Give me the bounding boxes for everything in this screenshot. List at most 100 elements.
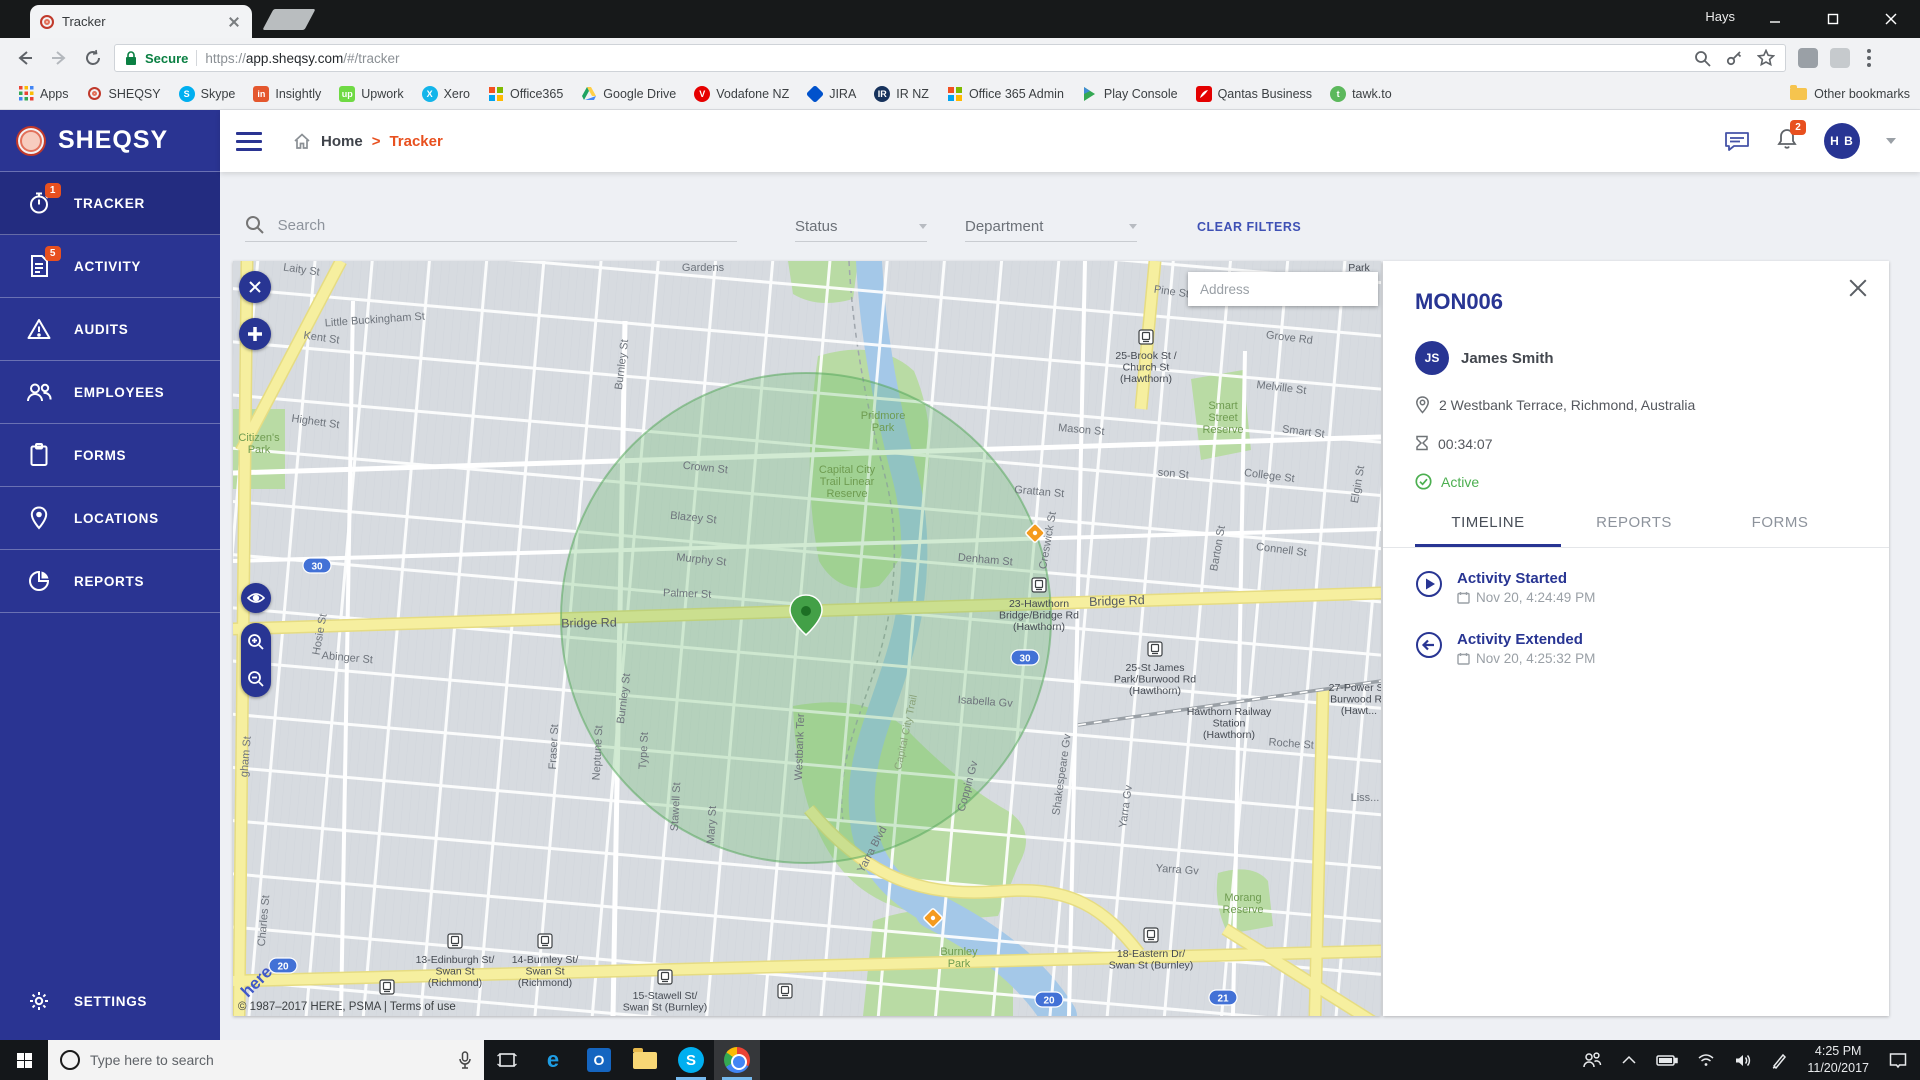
taskbar-app-file-explorer[interactable] bbox=[622, 1040, 668, 1080]
svg-text:Fraser St: Fraser St bbox=[547, 724, 561, 770]
taskbar-app-edge[interactable]: e bbox=[530, 1040, 576, 1080]
panel-close-icon[interactable] bbox=[1847, 277, 1869, 299]
avatar[interactable]: H B bbox=[1824, 123, 1860, 159]
bookmark-xero[interactable]: X Xero bbox=[413, 83, 479, 105]
sidebar-item-audits[interactable]: AUDITS bbox=[0, 298, 220, 361]
sidebar-item-tracker[interactable]: 1 TRACKER bbox=[0, 172, 220, 235]
bookmark-qantas-business[interactable]: Qantas Business bbox=[1187, 83, 1322, 105]
breadcrumb-current: Tracker bbox=[389, 132, 443, 150]
url-bar[interactable]: Secure https://app.sheqsy.com/#/tracker bbox=[114, 44, 1786, 72]
bookmark-apps[interactable]: Apps bbox=[10, 83, 78, 104]
start-button[interactable] bbox=[0, 1040, 48, 1080]
play-icon bbox=[1415, 570, 1443, 605]
taskbar-app-skype[interactable]: S bbox=[668, 1040, 714, 1080]
search-field[interactable] bbox=[245, 215, 737, 242]
department-select[interactable]: Department bbox=[965, 218, 1137, 242]
zoom-in-icon[interactable] bbox=[247, 633, 265, 651]
sidebar-item-settings[interactable]: SETTINGS bbox=[0, 976, 220, 1026]
zoom-icon[interactable] bbox=[1694, 50, 1711, 67]
svg-text:Mary St: Mary St bbox=[705, 806, 719, 844]
svg-text:21: 21 bbox=[1217, 994, 1229, 1005]
bookmark-play-console[interactable]: Play Console bbox=[1073, 83, 1187, 105]
map-attribution[interactable]: © 1987–2017 HERE, PSMA | Terms of use bbox=[238, 1001, 456, 1013]
status-select[interactable]: Status bbox=[795, 218, 927, 242]
chrome-menu-icon[interactable] bbox=[1860, 46, 1878, 70]
address-input[interactable] bbox=[1188, 281, 1378, 297]
other-bookmarks[interactable]: Other bookmarks bbox=[1790, 84, 1910, 101]
taskbar-search[interactable] bbox=[48, 1040, 484, 1080]
hamburger-menu-icon[interactable] bbox=[236, 131, 262, 151]
chevron-up-icon[interactable] bbox=[1621, 1055, 1637, 1065]
bookmark-office365[interactable]: Office365 bbox=[479, 83, 572, 105]
microphone-icon[interactable] bbox=[458, 1050, 472, 1070]
bookmark-jira[interactable]: JIRA bbox=[798, 83, 865, 105]
bookmark-upwork[interactable]: up Upwork bbox=[330, 83, 412, 105]
bookmark-ir-nz[interactable]: IR IR NZ bbox=[865, 83, 938, 105]
taskbar-app-outlook[interactable]: O bbox=[576, 1040, 622, 1080]
map-close-button[interactable] bbox=[239, 271, 271, 303]
person-name: James Smith bbox=[1461, 349, 1554, 367]
action-center-icon[interactable] bbox=[1888, 1051, 1908, 1069]
bookmark-vodafone-nz[interactable]: V Vodafone NZ bbox=[685, 83, 798, 105]
people-icon[interactable] bbox=[1582, 1051, 1602, 1069]
sidebar-item-employees[interactable]: EMPLOYEES bbox=[0, 361, 220, 424]
taskbar-clock[interactable]: 4:25 PM 11/20/2017 bbox=[1807, 1043, 1869, 1077]
browser-profile-label[interactable]: Hays bbox=[1705, 9, 1735, 24]
tab-close-icon[interactable] bbox=[226, 14, 242, 30]
tab-forms[interactable]: FORMS bbox=[1707, 514, 1853, 547]
map-add-button[interactable] bbox=[239, 318, 271, 350]
new-tab-button[interactable] bbox=[262, 9, 316, 30]
pen-icon[interactable] bbox=[1771, 1052, 1788, 1069]
bookmark-skype[interactable]: S Skype bbox=[170, 83, 245, 105]
breadcrumb-home[interactable]: Home bbox=[321, 133, 363, 150]
chevron-down-icon[interactable] bbox=[1886, 138, 1896, 144]
svg-text:Bridge Rd: Bridge Rd bbox=[1089, 593, 1145, 609]
tab-reports[interactable]: REPORTS bbox=[1561, 514, 1707, 547]
back-icon[interactable] bbox=[8, 41, 42, 75]
taskbar-time: 4:25 PM bbox=[1814, 1044, 1862, 1059]
transit-stop-icon bbox=[657, 969, 673, 985]
bookmark-office-365-admin[interactable]: Office 365 Admin bbox=[938, 83, 1073, 105]
transit-stop-icon bbox=[537, 933, 553, 949]
battery-icon[interactable] bbox=[1656, 1054, 1679, 1067]
window-minimize-button[interactable] bbox=[1746, 0, 1804, 38]
taskbar-app-chrome[interactable] bbox=[714, 1040, 760, 1080]
address-search-box[interactable] bbox=[1188, 272, 1378, 306]
sidebar-item-activity[interactable]: 5 ACTIVITY bbox=[0, 235, 220, 298]
map[interactable]: 30302020 21 Laity St Gardens ParkPine StLit… bbox=[233, 261, 1381, 1016]
search-input[interactable] bbox=[277, 216, 737, 234]
edge-icon: e bbox=[546, 1047, 560, 1072]
tab-timeline[interactable]: TIMELINE bbox=[1415, 514, 1561, 547]
forward-icon[interactable] bbox=[42, 41, 76, 75]
taskbar-app-task-view[interactable] bbox=[484, 1040, 530, 1080]
sidebar-item-forms[interactable]: FORMS bbox=[0, 424, 220, 487]
svg-text:Palmer St: Palmer St bbox=[663, 587, 712, 601]
bookmark-star-icon[interactable] bbox=[1757, 49, 1775, 67]
bookmark-sheqsy[interactable]: SHEQSY bbox=[78, 83, 170, 105]
sidebar-item-reports[interactable]: REPORTS bbox=[0, 550, 220, 613]
window-maximize-button[interactable] bbox=[1804, 0, 1862, 38]
zoom-out-icon[interactable] bbox=[247, 670, 265, 688]
window-close-button[interactable] bbox=[1862, 0, 1920, 38]
speaker-icon[interactable] bbox=[1734, 1053, 1752, 1068]
extension-icon[interactable] bbox=[1798, 48, 1818, 68]
reload-icon[interactable] bbox=[76, 41, 110, 75]
people-icon bbox=[26, 379, 52, 405]
bookmark-tawk-to[interactable]: t tawk.to bbox=[1321, 83, 1401, 105]
road-shield: 30 bbox=[1010, 649, 1040, 666]
chat-icon[interactable] bbox=[1724, 129, 1750, 153]
key-icon[interactable] bbox=[1725, 49, 1743, 67]
notifications-bell[interactable]: 2 bbox=[1776, 119, 1806, 156]
file-explorer-icon bbox=[633, 1047, 657, 1069]
home-icon[interactable] bbox=[292, 131, 312, 151]
browser-tab-tracker[interactable]: Tracker bbox=[30, 5, 252, 38]
extension-icon[interactable] bbox=[1830, 48, 1850, 68]
wifi-icon[interactable] bbox=[1697, 1053, 1715, 1067]
bookmark-insightly[interactable]: in Insightly bbox=[244, 83, 330, 105]
map-visibility-button[interactable] bbox=[241, 583, 271, 613]
sidebar-item-locations[interactable]: LOCATIONS bbox=[0, 487, 220, 550]
sidebar-item-label: FORMS bbox=[74, 447, 127, 463]
bookmark-google-drive[interactable]: Google Drive bbox=[572, 83, 685, 105]
taskbar-search-input[interactable] bbox=[90, 1052, 448, 1068]
clear-filters-button[interactable]: CLEAR FILTERS bbox=[1197, 220, 1301, 242]
